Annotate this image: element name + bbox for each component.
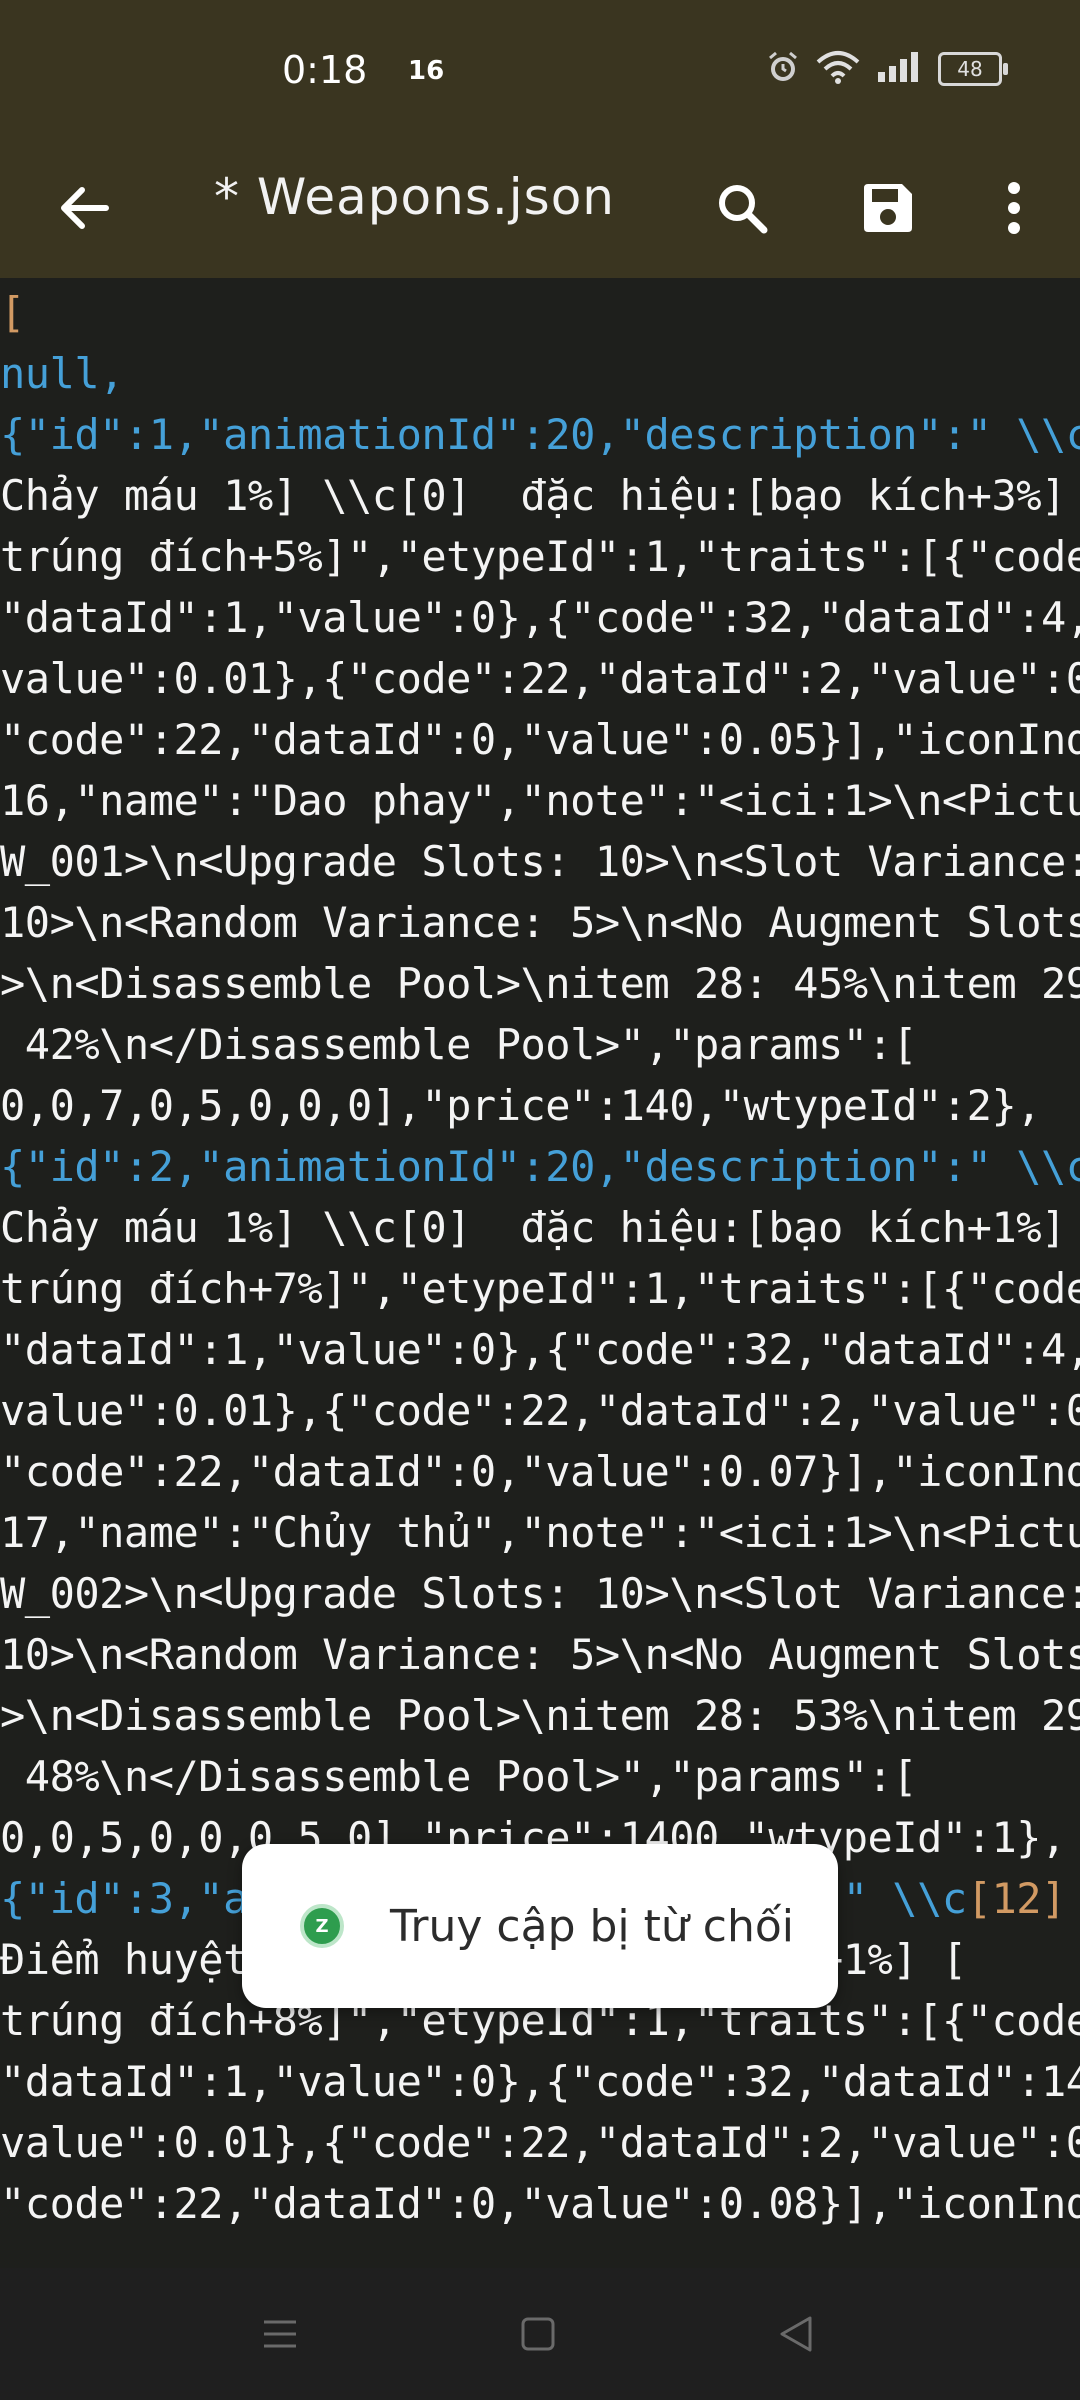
code-line[interactable]: "dataId":1,"value":0},{"code":32,"dataId… xyxy=(0,587,1080,648)
code-token: [ xyxy=(1066,1874,1080,1923)
code-token: "code":22,"dataId":0,"value":0.07}],"ico… xyxy=(0,1447,1080,1496)
code-line[interactable]: 16,"name":"Dao phay","note":"<ici:1>\n<P… xyxy=(0,770,1080,831)
code-line[interactable]: "code":22,"dataId":0,"value":0.08}],"ico… xyxy=(0,2173,1080,2234)
code-line[interactable]: >\n<Disassemble Pool>\nitem 28: 45%\nite… xyxy=(0,953,1080,1014)
code-line[interactable]: {"id":1,"animationId":20,"description":"… xyxy=(0,404,1080,465)
status-bar: 0:18 16 48 xyxy=(0,0,1080,140)
code-line[interactable]: trúng đích+5%]","etypeId":1,"traits":[{"… xyxy=(0,526,1080,587)
app-logo-icon: Z xyxy=(300,1904,344,1948)
code-line[interactable]: Chảy máu 1%] \\c[0] đặc hiệu:[bạo kích+1… xyxy=(0,1197,1080,1258)
more-options-button[interactable] xyxy=(974,170,1054,250)
code-line[interactable]: "dataId":1,"value":0},{"code":32,"dataId… xyxy=(0,1319,1080,1380)
code-token: :" \\c xyxy=(817,1874,967,1923)
code-token: "code":22,"dataId":0,"value":0.08}],"ico… xyxy=(0,2179,1080,2228)
code-line[interactable]: 10>\n<Random Variance: 5>\n<No Augment S… xyxy=(0,1624,1080,1685)
code-token: value":0.01},{"code":22,"dataId":2,"valu… xyxy=(0,1386,1080,1435)
code-line[interactable]: value":0.01},{"code":22,"dataId":2,"valu… xyxy=(0,2112,1080,2173)
code-token: [ xyxy=(0,288,25,337)
save-button[interactable] xyxy=(848,170,928,250)
menu-lines-icon xyxy=(260,2314,300,2358)
code-line[interactable]: W_001>\n<Upgrade Slots: 10>\n<Slot Varia… xyxy=(0,831,1080,892)
code-token: 10>\n<Random Variance: 5>\n<No Augment S… xyxy=(0,898,1080,947)
code-token: [12] xyxy=(966,1874,1067,1923)
code-line[interactable]: >\n<Disassemble Pool>\nitem 28: 53%\nite… xyxy=(0,1685,1080,1746)
code-token: {"id":2,"animationId":20,"description":"… xyxy=(0,1142,1080,1191)
code-token: Điểm huyệt xyxy=(0,1935,248,1984)
code-token: value":0.01},{"code":22,"dataId":2,"valu… xyxy=(0,2118,1080,2167)
code-line[interactable]: "code":22,"dataId":0,"value":0.05}],"ico… xyxy=(0,709,1080,770)
back-nav-button[interactable] xyxy=(766,2306,826,2366)
recent-apps-button[interactable] xyxy=(250,2306,310,2366)
home-button[interactable] xyxy=(508,2306,568,2366)
status-icons: 48 xyxy=(766,50,1008,88)
save-icon xyxy=(860,180,916,240)
system-navigation-bar xyxy=(0,2268,1080,2400)
wifi-icon xyxy=(816,50,860,88)
code-line[interactable]: value":0.01},{"code":22,"dataId":2,"valu… xyxy=(0,648,1080,709)
code-token: trúng đích+5%]","etypeId":1,"traits":[{"… xyxy=(0,532,1080,581)
code-token: W_002>\n<Upgrade Slots: 10>\n<Slot Varia… xyxy=(0,1569,1080,1618)
code-token: trúng đích+7%]","etypeId":1,"traits":[{"… xyxy=(0,1264,1080,1313)
code-line[interactable]: "code":22,"dataId":0,"value":0.07}],"ico… xyxy=(0,1441,1080,1502)
code-line[interactable]: 42%\n</Disassemble Pool>","params":[ xyxy=(0,1014,1080,1075)
alarm-icon xyxy=(766,50,800,88)
code-line[interactable]: value":0.01},{"code":22,"dataId":2,"valu… xyxy=(0,1380,1080,1441)
arrow-left-icon xyxy=(56,180,112,240)
code-token: 42%\n</Disassemble Pool>","params":[ xyxy=(0,1020,918,1069)
code-token: null, xyxy=(0,349,124,398)
code-token: 48%\n</Disassemble Pool>","params":[ xyxy=(0,1752,918,1801)
code-token: 16,"name":"Dao phay","note":"<ici:1>\n<P… xyxy=(0,776,1080,825)
status-indicator-number: 16 xyxy=(408,56,445,86)
code-token: "dataId":1,"value":0},{"code":32,"dataId… xyxy=(0,2057,1080,2106)
square-icon xyxy=(518,2314,558,2358)
code-token: >\n<Disassemble Pool>\nitem 28: 45%\nite… xyxy=(0,959,1080,1008)
code-token: 0,0,7,0,5,0,0,0],"price":140,"wtypeId":2… xyxy=(0,1081,1042,1130)
code-line[interactable]: {"id":2,"animationId":20,"description":"… xyxy=(0,1136,1080,1197)
app-toolbar: * Weapons.json xyxy=(0,140,1080,278)
code-line[interactable]: trúng đích+7%]","etypeId":1,"traits":[{"… xyxy=(0,1258,1080,1319)
triangle-back-icon xyxy=(776,2314,816,2358)
back-button[interactable] xyxy=(44,170,124,250)
code-token: "code":22,"dataId":0,"value":0.05}],"ico… xyxy=(0,715,1080,764)
search-icon xyxy=(714,180,770,240)
code-token: "dataId":1,"value":0},{"code":32,"dataId… xyxy=(0,1325,1080,1374)
signal-icon xyxy=(876,52,922,86)
code-token: Chảy máu 1%] \\c[0] đặc hiệu:[bạo kích+3… xyxy=(0,471,1080,520)
code-token: 17,"name":"Chủy thủ","note":"<ici:1>\n<P… xyxy=(0,1508,1080,1557)
more-vertical-icon xyxy=(1004,180,1024,240)
toast-message: Truy cập bị từ chối xyxy=(390,1900,794,1952)
code-token: "dataId":1,"value":0},{"code":32,"dataId… xyxy=(0,593,1080,642)
code-line[interactable]: 10>\n<Random Variance: 5>\n<No Augment S… xyxy=(0,892,1080,953)
code-token: {"id":1,"animationId":20,"description":"… xyxy=(0,410,1080,459)
search-button[interactable] xyxy=(702,170,782,250)
code-line[interactable]: 17,"name":"Chủy thủ","note":"<ici:1>\n<P… xyxy=(0,1502,1080,1563)
toast-notification: Z Truy cập bị từ chối xyxy=(242,1844,838,2008)
code-line[interactable]: W_002>\n<Upgrade Slots: 10>\n<Slot Varia… xyxy=(0,1563,1080,1624)
code-line[interactable]: "dataId":1,"value":0},{"code":32,"dataId… xyxy=(0,2051,1080,2112)
code-token: 10>\n<Random Variance: 5>\n<No Augment S… xyxy=(0,1630,1080,1679)
code-line[interactable]: 0,0,7,0,5,0,0,0],"price":140,"wtypeId":2… xyxy=(0,1075,1080,1136)
code-line[interactable]: null, xyxy=(0,343,1080,404)
status-time: 0:18 xyxy=(282,48,368,92)
code-token: value":0.01},{"code":22,"dataId":2,"valu… xyxy=(0,654,1080,703)
file-title: * Weapons.json xyxy=(214,168,615,226)
code-line[interactable]: Chảy máu 1%] \\c[0] đặc hiệu:[bạo kích+3… xyxy=(0,465,1080,526)
battery-icon: 48 xyxy=(938,52,1008,86)
code-line[interactable]: [ xyxy=(0,282,1080,343)
code-line[interactable]: 48%\n</Disassemble Pool>","params":[ xyxy=(0,1746,1080,1807)
code-token: W_001>\n<Upgrade Slots: 10>\n<Slot Varia… xyxy=(0,837,1080,886)
code-token: Chảy máu 1%] \\c[0] đặc hiệu:[bạo kích+1… xyxy=(0,1203,1080,1252)
code-token: >\n<Disassemble Pool>\nitem 28: 53%\nite… xyxy=(0,1691,1080,1740)
